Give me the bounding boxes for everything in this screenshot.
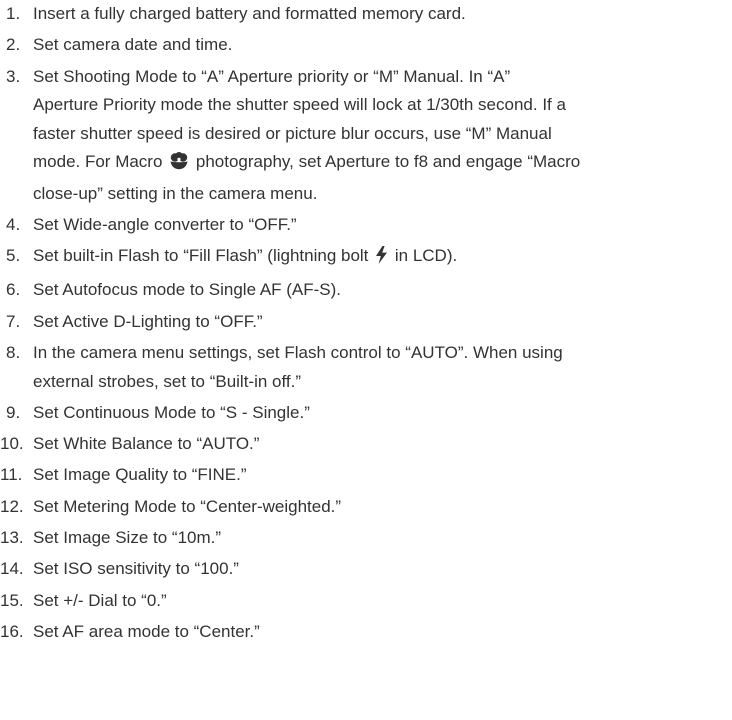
step-number: 7. [6, 311, 21, 331]
step-text: external strobes, set to “Built-in off.” [33, 371, 302, 391]
step-item: 7. Set Active D-Lighting to “OFF.” [0, 308, 732, 337]
step-item: 11. Set Image Quality to “FINE.” [0, 461, 732, 490]
step-text-line: external strobes, set to “Built-in off.” [33, 368, 732, 397]
step-number: 13. [0, 528, 24, 548]
step-text-line: Set Image Quality to “FINE.” [33, 461, 732, 490]
step-text: Set +/- Dial to “0.” [33, 590, 167, 610]
step-number: 12. [0, 496, 24, 516]
step-number: 6. [6, 280, 21, 300]
step-text-line: Set ISO sensitivity to “100.” [33, 555, 732, 584]
step-item: 15. Set +/- Dial to “0.” [0, 587, 732, 616]
step-text: Aperture Priority mode the shutter speed… [33, 95, 566, 115]
step-text-line: Set Wide-angle converter to “OFF.” [33, 211, 732, 240]
step-text-line: mode. For Macro photography, set Apertur… [33, 148, 732, 180]
instruction-document: 1. Insert a fully charged battery and for… [0, 0, 732, 649]
step-number: 2. [6, 35, 21, 55]
step-text-line: Set Metering Mode to “Center-weighted.” [33, 493, 732, 522]
step-text: Set ISO sensitivity to “100.” [33, 559, 239, 579]
step-item: 9. Set Continuous Mode to “S - Single.” [0, 399, 732, 428]
step-text-line: Set AF area mode to “Center.” [33, 618, 732, 647]
step-text: Set White Balance to “AUTO.” [33, 434, 260, 454]
step-number: 8. [6, 343, 21, 363]
step-text: Set Image Size to “10m.” [33, 528, 222, 548]
step-text: faster shutter speed is desired or pictu… [33, 123, 552, 143]
step-number: 14. [0, 559, 24, 579]
step-number: 16. [0, 621, 24, 641]
step-text-line: Set Autofocus mode to Single AF (AF-S). [33, 276, 732, 305]
step-text: Set Continuous Mode to “S - Single.” [33, 402, 310, 422]
step-text: close-up” setting in the camera menu. [33, 183, 318, 203]
step-item: 13. Set Image Size to “10m.” [0, 524, 732, 553]
step-text: mode. For Macro [33, 152, 168, 172]
step-number: 4. [6, 214, 21, 234]
step-text: In the camera menu settings, set Flash c… [33, 343, 563, 363]
step-number: 1. [6, 4, 21, 23]
step-text: Set AF area mode to “Center.” [33, 621, 260, 641]
step-text: Set Metering Mode to “Center-weighted.” [33, 496, 342, 516]
step-text-line: Set White Balance to “AUTO.” [33, 430, 732, 459]
step-text: Set Wide-angle converter to “OFF.” [33, 214, 297, 234]
step-text: Set camera date and time. [33, 35, 233, 55]
step-item: 5. Set built-in Flash to “Fill Flash” (li… [0, 242, 732, 274]
step-number: 15. [0, 590, 24, 610]
step-text: Set Image Quality to “FINE.” [33, 465, 247, 485]
step-text-line: Set built-in Flash to “Fill Flash” (ligh… [33, 242, 732, 274]
lightning-bolt-icon [375, 245, 388, 274]
step-number: 3. [6, 66, 21, 86]
step-text-line: Aperture Priority mode the shutter speed… [33, 91, 732, 120]
step-text: in LCD). [390, 246, 458, 266]
step-text-line: faster shutter speed is desired or pictu… [33, 120, 732, 149]
step-number: 11. [0, 465, 23, 485]
step-text: Set built-in Flash to “Fill Flash” (ligh… [33, 246, 374, 266]
step-item: 16. Set AF area mode to “Center.” [0, 618, 732, 647]
step-item: 1. Insert a fully charged battery and for… [0, 0, 732, 29]
step-number: 9. [6, 402, 21, 422]
step-text-line: Set Shooting Mode to “A” Aperture priori… [33, 63, 732, 92]
macro-flower-icon [169, 151, 189, 180]
step-item: 3. Set Shooting Mode to “A” Aperture prio… [0, 63, 732, 209]
step-item: 6. Set Autofocus mode to Single AF (AF-S)… [0, 276, 732, 305]
step-item: 8. In the camera menu settings, set Flash… [0, 339, 732, 396]
step-text-line: Set Active D-Lighting to “OFF.” [33, 308, 732, 337]
step-text: Set Shooting Mode to “A” Aperture priori… [33, 66, 511, 86]
step-text: Insert a fully charged battery and forma… [33, 4, 466, 23]
step-text: Set Active D-Lighting to “OFF.” [33, 311, 263, 331]
step-text: Set Autofocus mode to Single AF (AF-S). [33, 280, 342, 300]
step-text-line: Set camera date and time. [33, 31, 732, 60]
step-item: 14. Set ISO sensitivity to “100.” [0, 555, 732, 584]
step-item: 2. Set camera date and time. [0, 31, 732, 60]
step-number: 5. [6, 246, 21, 266]
step-item: 4. Set Wide-angle converter to “OFF.” [0, 211, 732, 240]
step-text: photography, set Aperture to f8 and enga… [191, 152, 581, 172]
step-text-line: Set Image Size to “10m.” [33, 524, 732, 553]
step-number: 10. [0, 434, 24, 454]
step-text-line: Insert a fully charged battery and forma… [33, 0, 732, 29]
step-text-line: Set Continuous Mode to “S - Single.” [33, 399, 732, 428]
step-item: 10. Set White Balance to “AUTO.” [0, 430, 732, 459]
step-text-line: Set +/- Dial to “0.” [33, 587, 732, 616]
camera-setup-steps-list: 1. Insert a fully charged battery and for… [0, 0, 732, 646]
step-text-line: In the camera menu settings, set Flash c… [33, 339, 732, 368]
step-text-line: close-up” setting in the camera menu. [33, 180, 732, 209]
step-item: 12. Set Metering Mode to “Center-weighted… [0, 493, 732, 522]
